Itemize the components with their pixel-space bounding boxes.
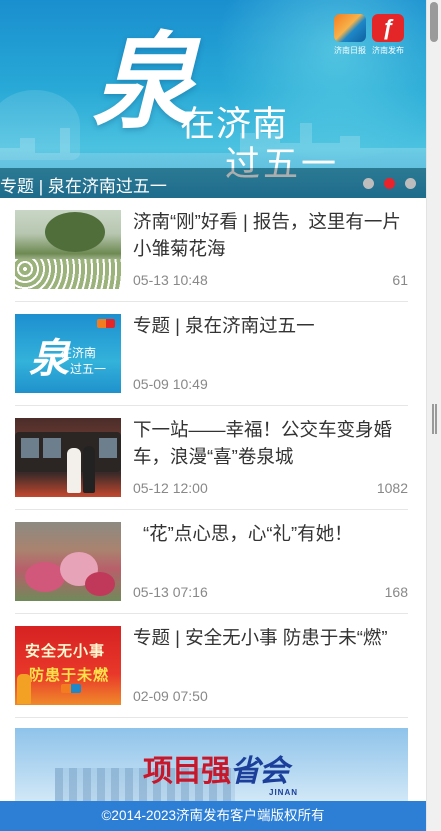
news-date: 05-12 12:00 [133,480,208,496]
thumbnail-flower [85,572,115,596]
scrollbar-grip-icon[interactable] [432,404,437,434]
carousel-dot-active[interactable] [384,178,395,189]
thumbnail-logo-icon [97,319,115,328]
news-title[interactable]: “花”点心思，心“礼”有她！ [143,520,418,547]
news-list: 济南“刚”好看 | 报告，这里有一片小雏菊花海 05-13 10:48 61 泉… [15,198,408,718]
news-date: 05-13 10:48 [133,272,208,288]
thumbnail-bus-window [21,438,39,458]
news-item[interactable]: 泉 在济南 过五一 专题 | 泉在济南过五一 05-09 10:49 [15,302,408,406]
banner-headline-big-char: 泉 [92,20,196,143]
news-view-count: 168 [384,584,408,600]
news-item[interactable]: 济南“刚”好看 | 报告，这里有一片小雏菊花海 05-13 10:48 61 [15,198,408,302]
thumbnail-groom [83,446,95,493]
thumbnail-line1: 安全无小事 [25,643,106,660]
promo-title-part-b: 省会 [230,754,289,789]
news-view-count: 1082 [376,480,408,496]
carousel-dot[interactable] [363,178,374,189]
thumbnail-bus-window [43,438,61,458]
jinan-release-logo-text: 济南发布 [372,46,404,55]
thumbnail-bus-window [99,438,117,458]
thumbnail-line1: 在济南 [60,346,97,360]
news-thumbnail-wedding-bus[interactable] [15,418,121,497]
thumbnail-line2: 防患于未燃 [29,667,110,684]
footer-copyright: ©2014-2023济南发布客户端版权所有 [0,801,426,831]
news-title[interactable]: 专题 | 安全无小事 防患于未“燃” [133,624,408,651]
news-title[interactable]: 下一站——幸福！公交车变身婚车，浪漫“喜”卷泉城 [133,416,408,470]
page-scrollbar[interactable] [426,0,441,831]
scrollbar-thumb[interactable] [430,2,438,42]
carousel-dot[interactable] [405,178,416,189]
thumbnail-flowers [15,259,121,289]
news-thumbnail-may-day-topic[interactable]: 泉 在济南 过五一 [15,314,121,393]
jinan-daily-logo: 济南日报 [334,14,366,56]
news-title[interactable]: 专题 | 泉在济南过五一 [133,312,408,339]
jinan-release-logo-icon: ƒ [372,14,404,42]
promo-subtitle: JINAN [269,788,299,797]
banner-caption[interactable]: 专题 | 泉在济南过五一 [0,172,167,197]
thumbnail-line2: 过五一 [70,362,107,376]
jinan-release-logo: ƒ 济南发布 [372,14,404,56]
news-thumbnail-flower-market[interactable] [15,522,121,601]
thumbnail-firefighter [17,674,31,704]
news-date: 05-13 07:16 [133,584,208,600]
jinan-daily-logo-icon [334,14,366,42]
thumbnail-bride [67,448,81,493]
promo-banner[interactable]: 项目强省会 JINAN [15,728,408,808]
thumbnail-logo-icon [61,684,81,693]
news-date: 02-09 07:50 [133,688,208,704]
news-thumbnail-fire-safety[interactable]: 安全无小事 防患于未燃 [15,626,121,705]
app-root: 泉 在济南 过五一 济南日报 ƒ 济南发布 专题 | 泉在济南过五一 济南“刚”… [0,0,441,831]
banner-logos: 济南日报 ƒ 济南发布 [334,14,404,56]
news-item[interactable]: 安全无小事 防患于未燃 专题 | 安全无小事 防患于未“燃” 02-09 07:… [15,614,408,718]
news-date: 05-09 10:49 [133,376,208,392]
news-item[interactable]: “花”点心思，心“礼”有她！ 05-13 07:16 168 [15,510,408,614]
news-view-count: 61 [392,272,408,288]
news-thumbnail-daisy-field[interactable] [15,210,121,289]
thumbnail-tree [45,212,105,252]
thumbnail-flower [25,562,65,592]
news-item[interactable]: 下一站——幸福！公交车变身婚车，浪漫“喜”卷泉城 05-12 12:00 108… [15,406,408,510]
jinan-daily-logo-text: 济南日报 [334,46,366,55]
carousel-indicators [363,178,416,189]
banner-caption-bar[interactable]: 专题 | 泉在济南过五一 [0,168,426,198]
top-banner-carousel[interactable]: 泉 在济南 过五一 济南日报 ƒ 济南发布 专题 | 泉在济南过五一 [0,0,426,198]
promo-title-part-a: 项目强 [143,755,231,788]
promo-title: 项目强省会 [143,746,289,790]
news-title[interactable]: 济南“刚”好看 | 报告，这里有一片小雏菊花海 [133,208,408,262]
